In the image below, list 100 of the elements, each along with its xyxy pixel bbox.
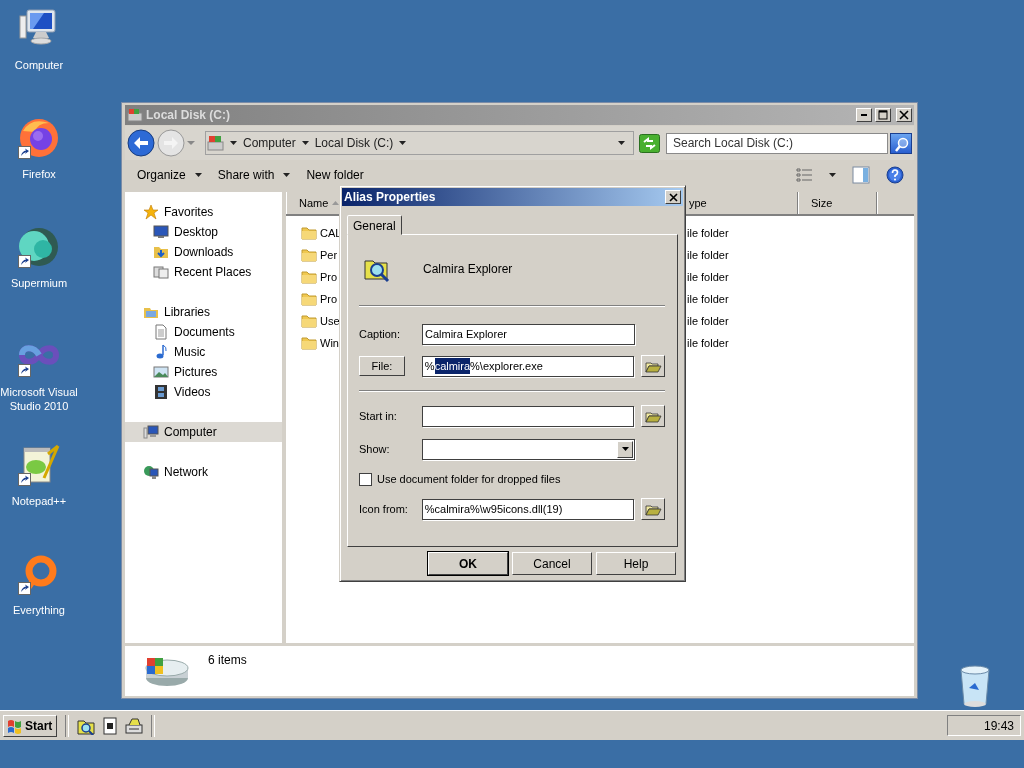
- sidebar-item[interactable]: Recent Places: [125, 262, 282, 282]
- text-field[interactable]: [421, 405, 635, 427]
- start-button[interactable]: Start: [3, 714, 58, 737]
- open-folder-icon: [644, 502, 662, 516]
- caret-icon[interactable]: [618, 141, 625, 145]
- sidebar-item[interactable]: Videos: [125, 382, 282, 402]
- caret-icon[interactable]: [194, 173, 202, 177]
- desktop-icon-label[interactable]: Supermium: [10, 276, 68, 290]
- browse-button[interactable]: [641, 355, 665, 377]
- file-button[interactable]: File:: [359, 356, 405, 376]
- minimize-button[interactable]: [856, 108, 872, 122]
- breadcrumb-link[interactable]: Computer: [243, 136, 296, 150]
- field-label: Start in:: [359, 410, 398, 422]
- file-name[interactable]: CAL: [320, 227, 342, 239]
- sidebar-item[interactable]: Libraries: [125, 302, 282, 322]
- close-button[interactable]: [896, 108, 912, 122]
- text-field[interactable]: %calmira%\w95icons.dll(19): [421, 498, 635, 520]
- document-icon[interactable]: [101, 716, 120, 735]
- file-name[interactable]: Win: [320, 337, 339, 349]
- computer-icon: [143, 424, 159, 440]
- close-button[interactable]: [665, 190, 681, 204]
- tab[interactable]: General: [347, 215, 402, 235]
- caret-icon[interactable]: [283, 173, 291, 177]
- breadcrumb-link[interactable]: Local Disk (C:): [314, 136, 394, 150]
- field-label: Icon from:: [359, 503, 409, 515]
- column-header[interactable]: Name: [299, 197, 329, 209]
- toolbar-button[interactable]: Share with: [217, 168, 291, 182]
- dialog-button[interactable]: OK: [428, 552, 508, 575]
- column-header[interactable]: Size: [811, 197, 833, 209]
- desktop-icon-label[interactable]: Computer: [14, 58, 64, 72]
- desktop-icon-label[interactable]: Firefox: [22, 167, 56, 181]
- back-icon[interactable]: [127, 129, 155, 157]
- sidebar-item[interactable]: Network: [125, 462, 282, 482]
- caret-icon: [621, 447, 629, 451]
- file-type: ile folder: [686, 249, 729, 261]
- column-header[interactable]: ype: [689, 197, 707, 209]
- printer-icon[interactable]: [125, 716, 144, 735]
- file-name[interactable]: Pro: [320, 293, 338, 305]
- refresh-icon[interactable]: [639, 133, 660, 153]
- film-icon: [153, 384, 169, 400]
- sidebar-item[interactable]: Documents: [125, 322, 282, 342]
- sidebar-item[interactable]: Desktop: [125, 222, 282, 242]
- browse-button[interactable]: [641, 498, 665, 520]
- caret-icon[interactable]: [399, 141, 407, 145]
- folder-icon: [301, 313, 317, 329]
- maximize-icon: [878, 110, 888, 120]
- window-title: Local Disk (C:): [146, 108, 230, 122]
- sidebar-item[interactable]: Downloads: [125, 242, 282, 262]
- maximize-button[interactable]: [875, 108, 891, 122]
- dialog-button[interactable]: Help: [596, 552, 676, 575]
- file-type: ile folder: [686, 227, 729, 239]
- dropdown[interactable]: [422, 438, 635, 460]
- folder-icon: [301, 225, 317, 241]
- file-name[interactable]: Use: [320, 315, 340, 327]
- browse-button[interactable]: [641, 405, 665, 427]
- open-folder-icon: [644, 359, 662, 373]
- clock: 19:43: [947, 715, 1021, 736]
- drive-icon: [127, 107, 143, 123]
- caret-icon[interactable]: [230, 141, 237, 145]
- sidebar-item[interactable]: Pictures: [125, 362, 282, 382]
- search-button[interactable]: [890, 132, 912, 154]
- sidebar-item[interactable]: Music: [125, 342, 282, 362]
- file-type: ile folder: [686, 271, 729, 283]
- checkbox[interactable]: [359, 472, 372, 486]
- dialog-title: Alias Properties: [344, 190, 436, 204]
- desktop-icon-label[interactable]: Notepad++: [11, 494, 67, 508]
- picture-icon: [153, 364, 169, 380]
- network-icon: [143, 464, 159, 480]
- file-name[interactable]: Pro: [320, 271, 338, 283]
- file-type: ile folder: [686, 337, 729, 349]
- open-folder-icon: [644, 409, 662, 423]
- download-folder-icon: [153, 244, 169, 260]
- caret-icon[interactable]: [829, 173, 836, 177]
- desktop-icon-label[interactable]: Everything: [13, 603, 65, 617]
- toolbar-button[interactable]: Organize: [137, 168, 202, 182]
- checkbox-label: Use document folder for dropped files: [377, 473, 561, 485]
- recent-places-icon: [153, 264, 169, 280]
- desktop-icon-label[interactable]: Microsoft Visual Studio 2010: [0, 385, 78, 413]
- drive-icon: [143, 656, 191, 688]
- text-field[interactable]: Calmira Explorer: [422, 323, 635, 345]
- sidebar-item[interactable]: Favorites: [125, 202, 282, 222]
- help-icon[interactable]: [886, 166, 904, 184]
- monitor-icon: [153, 224, 169, 240]
- file-name[interactable]: Per: [320, 249, 338, 261]
- document-icon: [153, 324, 169, 340]
- view-icon[interactable]: [796, 167, 813, 183]
- alias-name: Calmira Explorer: [423, 262, 513, 276]
- star-icon: [143, 204, 159, 220]
- sidebar-item[interactable]: Computer: [125, 422, 282, 442]
- toolbar-button[interactable]: New folder: [306, 168, 364, 182]
- close-icon: [899, 110, 909, 120]
- item-count: 6 items: [208, 653, 247, 667]
- close-icon: [668, 192, 678, 202]
- search-field[interactable]: Search Local Disk (C:): [666, 132, 888, 154]
- folder-icon: [301, 291, 317, 307]
- file-type: ile folder: [686, 315, 729, 327]
- browser-icon: [18, 117, 60, 159]
- field-label: Show:: [359, 443, 391, 455]
- caret-icon[interactable]: [301, 141, 309, 145]
- dialog-button[interactable]: Cancel: [512, 552, 592, 575]
